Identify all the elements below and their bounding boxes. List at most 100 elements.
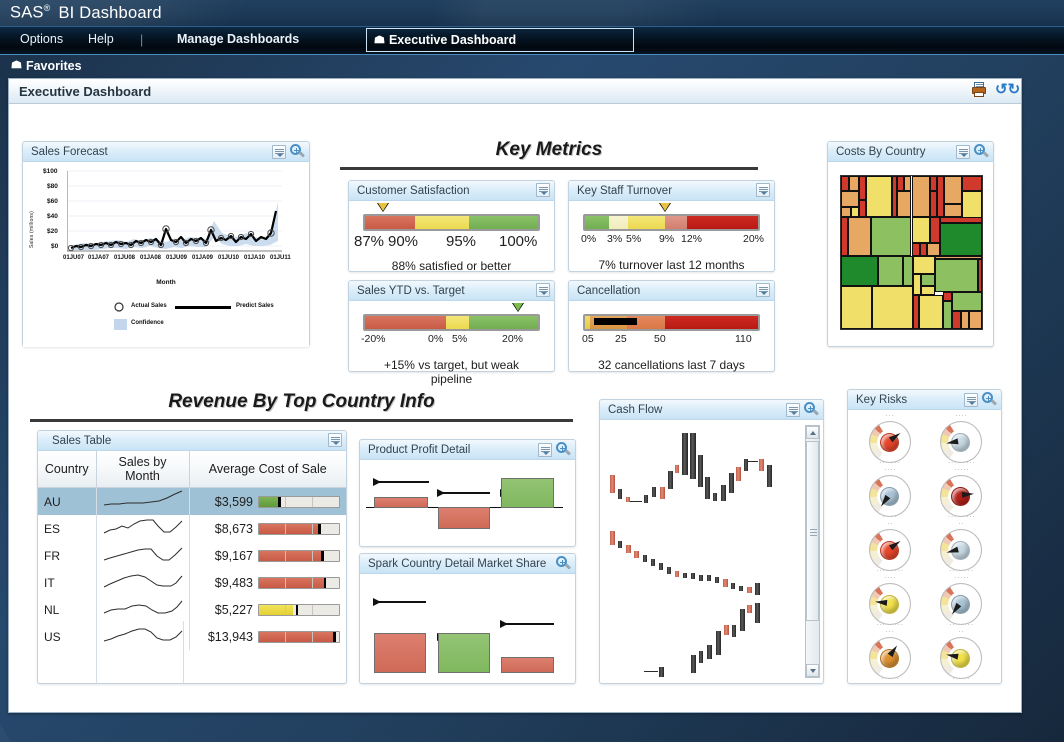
panel-menu-icon[interactable]: [756, 283, 770, 297]
panel-menu-icon[interactable]: [786, 402, 800, 417]
cell-cost: $9,483: [189, 569, 346, 596]
panel-menu-icon[interactable]: [536, 283, 550, 297]
x-tick: 01JU11: [270, 255, 291, 261]
menu-item-options[interactable]: Options: [20, 32, 63, 46]
bar-product-3: [501, 478, 554, 508]
kpi-tick: 50: [654, 333, 666, 345]
gauge-risk-4[interactable]: [938, 474, 984, 517]
product-profit-chart: [360, 461, 575, 547]
column-header-sales-by-month[interactable]: Sales by Month: [96, 451, 190, 488]
gauge-cell[interactable]: · · · · · · · · · · ·: [854, 521, 926, 575]
gauge-risk-2[interactable]: [938, 420, 984, 463]
column-header-country[interactable]: Country: [38, 451, 97, 488]
favorites-bar[interactable]: ☗ Favorites: [0, 54, 1064, 76]
panel-header-sales-ytd-vs-target: Sales YTD vs. Target: [349, 281, 554, 301]
gauge-cell[interactable]: · · · · · · · · · · · · ·: [926, 575, 998, 629]
gauge-cell[interactable]: · · · · · · · · · ·: [926, 521, 998, 575]
zoom-icon[interactable]: [556, 556, 572, 571]
table-row[interactable]: FR $9,167: [38, 542, 346, 569]
gauge-cell[interactable]: · · · · · · · ·: [926, 629, 998, 683]
page-header-icons: ↺↻: [971, 82, 1020, 98]
zoom-icon[interactable]: [804, 402, 820, 417]
gauge-risk-6[interactable]: [938, 528, 984, 571]
table-column-divider: [183, 621, 184, 683]
gauge-cell[interactable]: · · · · · · · · · · · · ·: [854, 575, 926, 629]
menu-item-help[interactable]: Help: [88, 32, 114, 46]
y-tick: $0: [51, 243, 59, 250]
table-row[interactable]: ES $8,673: [38, 515, 346, 542]
panel-menu-icon[interactable]: [272, 144, 286, 159]
kpi-note: +15% vs target, but weak pipeline: [383, 358, 520, 386]
gauge-risk-5[interactable]: [867, 528, 913, 571]
kpi-ticks: 87% 90% 95% 100%: [354, 233, 540, 250]
kpi-tick: 95%: [446, 233, 477, 250]
bar-country-2: [438, 633, 490, 673]
table-row[interactable]: US $13,943: [38, 623, 346, 650]
kpi-tick: -20%: [361, 333, 386, 345]
table-body: AU $3,599 ES $8,673 FR $9,167 IT $9,483 …: [38, 487, 346, 650]
gauge-cell[interactable]: · · · · · · · · · ·: [854, 413, 926, 467]
kpi-needle: [659, 203, 672, 212]
gauge-cell[interactable]: · · · · · · · · ·: [854, 629, 926, 683]
gauge-risk-10[interactable]: [938, 636, 984, 679]
panel-menu-icon[interactable]: [756, 183, 770, 197]
table-row[interactable]: NL $5,227: [38, 596, 346, 623]
cell-country: AU: [38, 487, 97, 515]
y-tick: $80: [47, 183, 58, 190]
zoom-icon[interactable]: [974, 144, 990, 159]
menu-item-manage-dashboards[interactable]: Manage Dashboards: [177, 32, 299, 46]
panel-sales-forecast: Sales Forecast Sales (millions) $100 $80…: [22, 141, 310, 347]
y-tick: $60: [47, 198, 58, 205]
cost-bar: [258, 576, 340, 589]
kpi-tick: 5%: [452, 333, 468, 345]
tab-executive-dashboard[interactable]: ☗ Executive Dashboard: [366, 28, 634, 52]
gauge-risk-1[interactable]: [867, 420, 913, 463]
cell-country: IT: [38, 569, 97, 596]
kpi-needle: [377, 203, 390, 212]
printer-icon[interactable]: [971, 82, 987, 98]
gauge-risk-9[interactable]: [867, 636, 913, 679]
x-tick: 01JU08: [114, 255, 136, 261]
treemap-costs-by-country[interactable]: [840, 175, 983, 330]
table-row[interactable]: AU $3,599: [38, 487, 346, 515]
panel-menu-icon[interactable]: [538, 442, 552, 457]
zoom-icon[interactable]: [556, 442, 572, 457]
gauge-risk-3[interactable]: [867, 474, 913, 517]
column-header-average-cost[interactable]: Average Cost of Sale: [189, 451, 346, 488]
bar-product-2: [438, 507, 490, 529]
sparkline-au: [103, 490, 182, 506]
legend-label-actual: Actual Sales: [131, 303, 167, 309]
x-tick: 01JU07: [63, 255, 85, 261]
panel-menu-icon[interactable]: [956, 144, 970, 159]
panel-title: Sales Table: [52, 434, 112, 447]
cost-value: $9,167: [214, 548, 253, 563]
cell-cost: $13,943: [189, 623, 346, 650]
gauge-cell[interactable]: · · · · · · · · · · · · · ·: [926, 467, 998, 521]
section-rule: [30, 419, 573, 422]
table-row[interactable]: IT $9,483: [38, 569, 346, 596]
zoom-icon[interactable]: [982, 392, 998, 407]
scroll-down-button[interactable]: [806, 664, 819, 677]
cost-bar: [258, 549, 340, 562]
panel-menu-icon[interactable]: [536, 183, 550, 197]
scrollbar-thumb[interactable]: [806, 441, 819, 621]
scroll-up-button[interactable]: [806, 426, 819, 439]
gauge-cell[interactable]: · · · · · · · · ·: [854, 467, 926, 521]
panel-spark-country: Spark Country Detail Market Share: [359, 553, 576, 684]
panel-menu-icon[interactable]: [328, 433, 342, 447]
gauge-cell[interactable]: · · · · · · · · · · · · ·: [926, 413, 998, 467]
x-tick: 01JU09: [166, 255, 188, 261]
panel-header-product-profit-detail: Product Profit Detail: [360, 440, 575, 460]
gauge-risk-8[interactable]: [938, 582, 984, 625]
panel-menu-icon[interactable]: [964, 392, 978, 407]
kpi-body: 05 25 50 110 32 cancellations last 7 day…: [569, 314, 774, 372]
cash-flow-waterfall[interactable]: [604, 423, 800, 680]
gauge-risk-7[interactable]: [867, 582, 913, 625]
cell-sparkline: [96, 487, 190, 515]
cell-cost: $9,167: [189, 542, 346, 569]
panel-header-cancellation: Cancellation: [569, 281, 774, 301]
cash-flow-scrollbar[interactable]: [805, 425, 820, 678]
refresh-icon[interactable]: ↺↻: [995, 82, 1020, 98]
cell-cost: $8,673: [189, 515, 346, 542]
zoom-icon[interactable]: [290, 144, 306, 159]
